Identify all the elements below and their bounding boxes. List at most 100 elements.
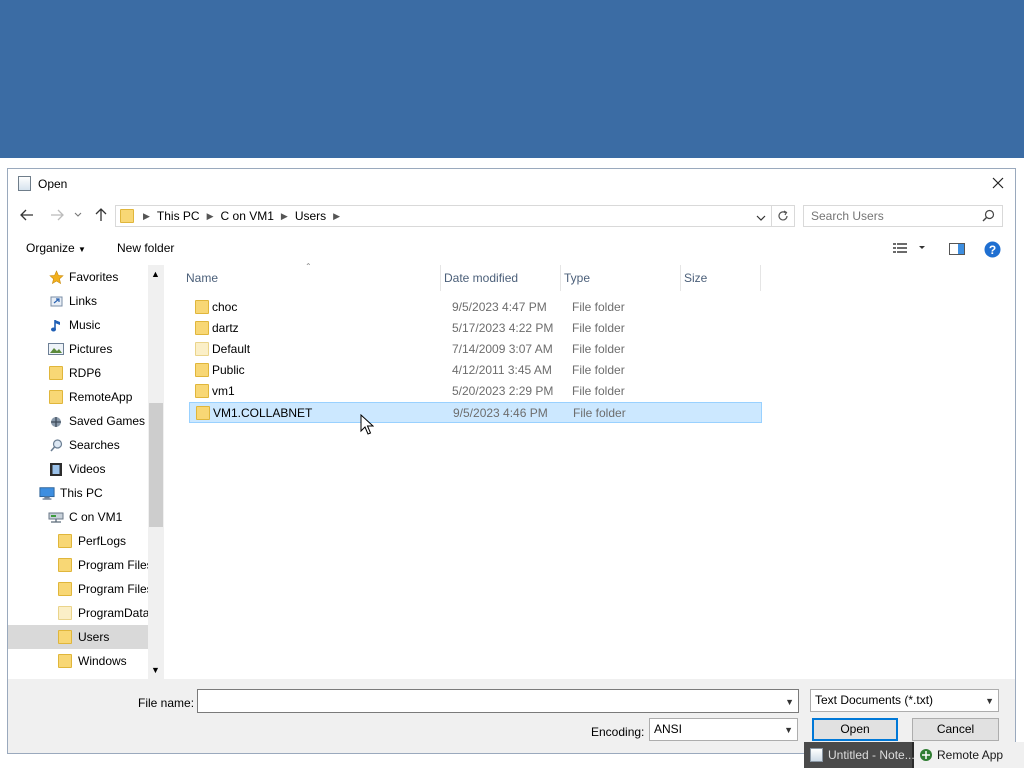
- filename-combobox[interactable]: ▼: [197, 689, 799, 713]
- nav-item-searches[interactable]: Searches: [48, 433, 120, 457]
- nav-item-music[interactable]: Music: [48, 313, 100, 337]
- taskbar-notepad-label: Untitled - Note...: [828, 748, 915, 762]
- file-type: File folder: [572, 363, 625, 377]
- breadcrumb-users[interactable]: Users: [291, 209, 330, 223]
- folder-icon: [57, 605, 73, 621]
- back-button[interactable]: [18, 206, 36, 224]
- arrow-right-icon: [51, 209, 64, 221]
- nav-item-c-on-vm1[interactable]: C on VM1: [48, 505, 122, 529]
- file-name: Public: [212, 363, 245, 377]
- close-icon: [992, 177, 1004, 189]
- taskbar-item-remoteapp[interactable]: Remote App: [914, 742, 1024, 768]
- address-dropdown-button[interactable]: [756, 211, 766, 225]
- nav-item-this-pc[interactable]: This PC: [39, 481, 103, 505]
- breadcrumb-separator[interactable]: ▶: [278, 211, 291, 222]
- breadcrumb-this-pc[interactable]: This PC: [153, 209, 204, 223]
- nav-item-remoteapp[interactable]: RemoteApp: [48, 385, 132, 409]
- column-header-date[interactable]: Date modified: [441, 265, 561, 291]
- breadcrumb-separator: ▶: [143, 210, 150, 221]
- column-header-type[interactable]: Type: [561, 265, 681, 291]
- nav-item-favorites[interactable]: Favorites: [48, 265, 118, 289]
- navigation-scrollbar[interactable]: ▲ ▼: [148, 265, 164, 679]
- address-bar[interactable]: ▶ This PC ▶ C on VM1 ▶ Users ▶: [115, 205, 795, 227]
- nav-item-program-files[interactable]: Program Files: [57, 577, 153, 601]
- file-row[interactable]: choc 9/5/2023 4:47 PM File folder: [189, 297, 762, 318]
- column-header-size[interactable]: Size: [681, 265, 761, 291]
- chevron-down-icon[interactable]: ▼: [785, 692, 794, 712]
- breadcrumb-c-on-vm1[interactable]: C on VM1: [217, 209, 278, 223]
- nav-item-windows[interactable]: Windows: [57, 649, 127, 673]
- nav-item-label: Pictures: [69, 342, 113, 356]
- forward-button[interactable]: [48, 206, 66, 224]
- filename-label: File name:: [138, 696, 195, 710]
- folder-icon: [195, 384, 209, 398]
- up-button[interactable]: [92, 206, 110, 224]
- encoding-select[interactable]: ANSI ▼: [649, 718, 798, 741]
- nav-item-program-files[interactable]: Program Files: [57, 553, 153, 577]
- nav-item-rdp6[interactable]: RDP6: [48, 361, 101, 385]
- toolbar: Organize ▼ New folder ?: [8, 235, 1015, 263]
- search-icon: [48, 437, 64, 453]
- file-date: 9/5/2023 4:47 PM: [452, 300, 547, 314]
- breadcrumb-separator[interactable]: ▶: [204, 211, 217, 222]
- file-name: VM1.COLLABNET: [213, 406, 313, 420]
- nav-item-label: PerfLogs: [78, 534, 127, 548]
- nav-item-programdata[interactable]: ProgramData: [57, 601, 149, 625]
- file-row[interactable]: VM1.COLLABNET 9/5/2023 4:46 PM File folder: [189, 402, 762, 423]
- file-type: File folder: [572, 321, 625, 335]
- file-type: File folder: [572, 300, 625, 314]
- file-row[interactable]: vm1 5/20/2023 2:29 PM File folder: [189, 381, 762, 402]
- search-icon: [982, 209, 995, 225]
- nav-item-label: Program Files: [78, 558, 153, 572]
- nav-item-videos[interactable]: Videos: [48, 457, 105, 481]
- refresh-button[interactable]: [771, 206, 794, 226]
- nav-item-label: RemoteApp: [69, 390, 133, 404]
- file-name: vm1: [212, 384, 235, 398]
- help-button[interactable]: ?: [984, 241, 1001, 261]
- nav-item-label: Windows: [78, 654, 127, 668]
- folder-icon: [195, 342, 209, 356]
- computer-icon: [39, 485, 55, 501]
- scrollbar-thumb[interactable]: [149, 403, 163, 527]
- recent-locations-button[interactable]: [72, 206, 84, 224]
- file-row[interactable]: Default 7/14/2009 3:07 AM File folder: [189, 339, 762, 360]
- nav-item-links[interactable]: Links: [48, 289, 97, 313]
- new-folder-button[interactable]: New folder: [117, 241, 174, 255]
- cancel-button[interactable]: Cancel: [912, 718, 999, 741]
- scroll-up-icon[interactable]: ▲: [151, 269, 160, 279]
- folder-icon: [57, 533, 73, 549]
- nav-item-label: This PC: [60, 486, 103, 500]
- chevron-down-icon: [756, 215, 766, 221]
- nav-item-label: Videos: [69, 462, 106, 476]
- folder-icon: [195, 363, 209, 377]
- file-row[interactable]: dartz 5/17/2023 4:22 PM File folder: [189, 318, 762, 339]
- column-header-name[interactable]: Name: [183, 265, 441, 291]
- taskbar-item-notepad[interactable]: Untitled - Note...: [804, 742, 915, 768]
- close-button[interactable]: [987, 173, 1009, 193]
- folder-icon: [48, 365, 64, 381]
- file-row[interactable]: Public 4/12/2011 3:45 AM File folder: [189, 360, 762, 381]
- nav-item-label: Searches: [69, 438, 120, 452]
- arrow-left-icon: [20, 209, 33, 221]
- preview-pane-button[interactable]: [949, 243, 965, 258]
- filetype-value: Text Documents (*.txt): [815, 693, 934, 707]
- nav-item-label: ProgramData: [78, 606, 150, 620]
- nav-item-perflogs[interactable]: PerfLogs: [57, 529, 126, 553]
- nav-item-label: C on VM1: [69, 510, 123, 524]
- breadcrumb-separator[interactable]: ▶: [330, 211, 343, 222]
- scroll-down-icon[interactable]: ▼: [151, 665, 160, 675]
- file-type: File folder: [572, 384, 625, 398]
- nav-item-users[interactable]: Users: [8, 625, 148, 649]
- open-button[interactable]: Open: [812, 718, 898, 741]
- nav-item-label: Links: [69, 294, 98, 308]
- folder-icon: [57, 653, 73, 669]
- search-input[interactable]: [803, 205, 1003, 227]
- view-options-button[interactable]: [893, 242, 927, 257]
- nav-item-pictures[interactable]: Pictures: [48, 337, 112, 361]
- nav-item-saved-games[interactable]: Saved Games: [48, 409, 145, 433]
- notepad-icon: [810, 748, 823, 762]
- file-name: Default: [212, 342, 251, 356]
- organize-button[interactable]: Organize ▼: [26, 241, 86, 255]
- encoding-value: ANSI: [654, 722, 683, 736]
- filetype-select[interactable]: Text Documents (*.txt) ▼: [810, 689, 999, 712]
